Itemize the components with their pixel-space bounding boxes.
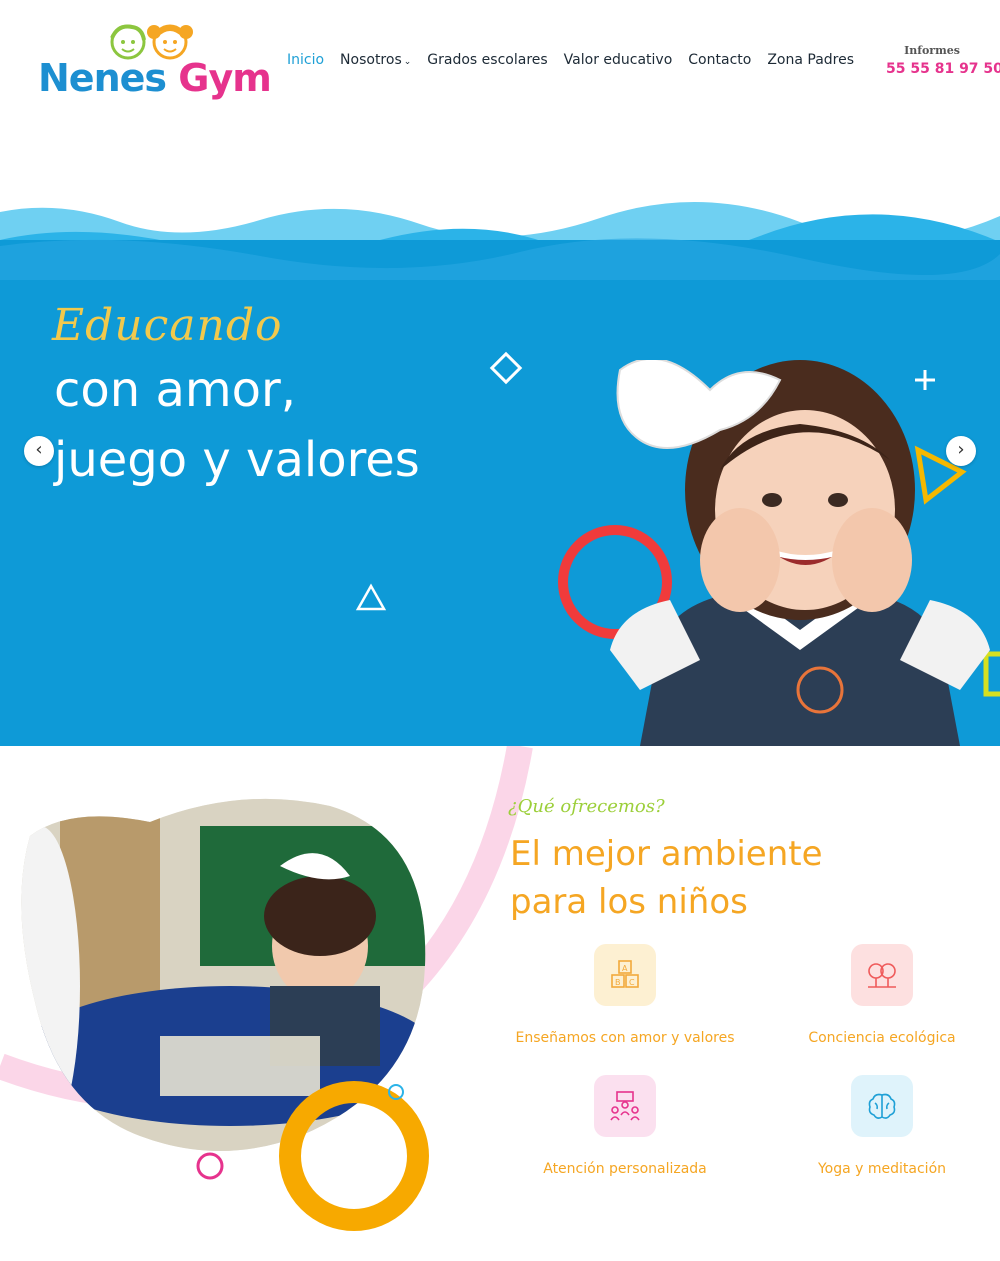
feature-label: Atención personalizada (543, 1161, 707, 1177)
contact-info: Informes 55 55 81 97 50 (886, 44, 1000, 77)
hero-script-title: Educando (52, 300, 283, 351)
site-logo[interactable]: Nenes Gym (38, 18, 272, 108)
svg-text:C: C (629, 978, 635, 987)
phone-link[interactable]: 55 55 81 97 50 (886, 61, 1000, 77)
nav-item-contacto[interactable]: Contacto (688, 52, 751, 68)
chevron-down-icon: ⌄ (403, 57, 412, 67)
orange-ring-icon (279, 1081, 429, 1231)
logo-wordmark: Nenes Gym (38, 56, 272, 100)
trees-icon (851, 944, 913, 1006)
site-header: Nenes Gym Inicio Nosotros ⌄ Grados escola… (0, 0, 1000, 130)
nav-item-nosotros[interactable]: Nosotros ⌄ (340, 52, 411, 68)
feature-label: Conciencia ecológica (808, 1030, 956, 1046)
feature-item: Yoga y meditación (752, 1075, 1000, 1177)
informes-label: Informes (904, 44, 960, 57)
svg-text:B: B (615, 978, 621, 987)
logo-word-nenes: Nenes (38, 56, 167, 100)
slider-prev-button[interactable]: ‹ (24, 436, 54, 466)
nav-item-nosotros-label: Nosotros (340, 52, 402, 68)
nav-item-inicio[interactable]: Inicio (287, 52, 324, 68)
logo-word-gym: Gym (178, 56, 272, 100)
girl-photo (610, 360, 990, 746)
classroom-photo (21, 798, 426, 1151)
nav-item-grados-escolares[interactable]: Grados escolares (427, 52, 547, 68)
hero-title-line-2: juego y valores (54, 432, 420, 488)
slider-next-button[interactable]: › (946, 436, 976, 466)
diamond-icon (489, 351, 523, 385)
nav-item-valor-educativo[interactable]: Valor educativo (564, 52, 673, 68)
triangle-icon (355, 583, 387, 611)
hero-title-line-1: con amor, (54, 362, 296, 418)
feature-label: Enseñamos con amor y valores (515, 1030, 735, 1046)
chevron-right-icon: › (957, 439, 965, 460)
feature-item: Atención personalizada (495, 1075, 755, 1177)
brain-icon (851, 1075, 913, 1137)
main-nav: Inicio Nosotros ⌄ Grados escolares Valor … (287, 52, 854, 68)
abc-blocks-icon: A B C (594, 944, 656, 1006)
offer-kicker: ¿Qué ofrecemos? (508, 796, 665, 817)
feature-item: A B C Enseñamos con amor y valores (495, 944, 755, 1046)
nav-item-zona-padres[interactable]: Zona Padres (767, 52, 854, 68)
feature-label: Yoga y meditación (817, 1161, 947, 1177)
svg-text:A: A (622, 964, 628, 973)
offer-title: El mejor ambiente para los niños (510, 834, 823, 922)
chevron-left-icon: ‹ (35, 439, 43, 460)
teacher-group-icon (594, 1075, 656, 1137)
feature-item: Conciencia ecológica (752, 944, 1000, 1046)
